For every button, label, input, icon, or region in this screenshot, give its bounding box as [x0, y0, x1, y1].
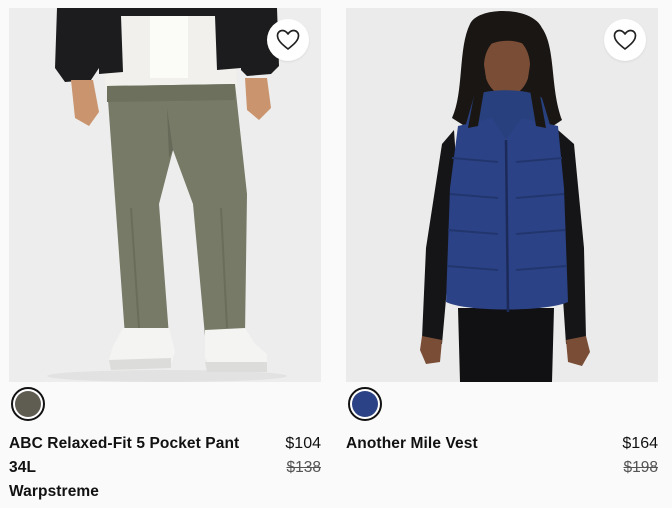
- product-card-pant[interactable]: ABC Relaxed-Fit 5 Pocket Pant 34L Warpst…: [9, 8, 321, 504]
- product-grid: ABC Relaxed-Fit 5 Pocket Pant 34L Warpst…: [0, 0, 672, 508]
- price-block: $104 $138: [285, 432, 321, 480]
- favorite-button[interactable]: [604, 19, 646, 61]
- product-name-line: Warpstreme: [9, 483, 100, 500]
- product-info: Another Mile Vest $164 $198: [346, 432, 658, 476]
- color-swatch-selected[interactable]: [348, 387, 382, 421]
- swatch-color-dot: [15, 391, 41, 417]
- product-card-vest[interactable]: Another Mile Vest $164 $198: [346, 8, 658, 476]
- product-image-vest[interactable]: [346, 8, 658, 382]
- sale-price: $164: [622, 435, 658, 452]
- original-price: $138: [286, 459, 321, 476]
- product-name-line: ABC Relaxed-Fit 5 Pocket Pant: [9, 435, 240, 452]
- pant-photo: [9, 8, 321, 382]
- swatch-color-dot: [352, 391, 378, 417]
- product-image-pant[interactable]: [9, 8, 321, 382]
- product-name[interactable]: Another Mile Vest: [346, 432, 586, 456]
- color-swatch-selected[interactable]: [11, 387, 45, 421]
- original-price: $198: [623, 459, 658, 476]
- color-swatches: [346, 382, 658, 432]
- favorite-button[interactable]: [267, 19, 309, 61]
- heart-outline-icon: [276, 29, 300, 50]
- color-swatches: [9, 382, 321, 432]
- price-block: $164 $198: [622, 432, 658, 480]
- heart-outline-icon: [613, 29, 637, 50]
- vest-photo: [346, 8, 658, 382]
- product-name-line: Another Mile Vest: [346, 435, 478, 452]
- product-name-line: 34L: [9, 459, 37, 476]
- product-info: ABC Relaxed-Fit 5 Pocket Pant 34L Warpst…: [9, 432, 321, 504]
- sale-price: $104: [285, 435, 321, 452]
- product-name[interactable]: ABC Relaxed-Fit 5 Pocket Pant 34L Warpst…: [9, 432, 249, 504]
